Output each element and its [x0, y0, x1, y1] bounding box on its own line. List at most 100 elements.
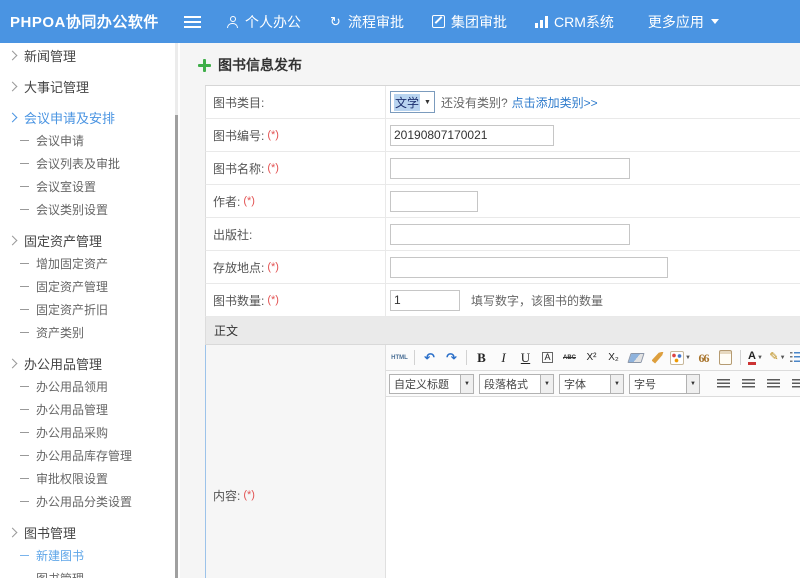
nav-item-group-approval[interactable]: 集团审批: [432, 12, 507, 32]
sidebar-item-news-management[interactable]: 新闻管理: [0, 43, 180, 67]
nav-item-more-apps[interactable]: 更多应用: [642, 12, 719, 32]
sidebar-item-label: 办公用品分类设置: [36, 493, 132, 510]
align-right-icon: [767, 379, 780, 389]
bold-button[interactable]: B: [471, 348, 492, 367]
sidebar-item-meeting-category-settings[interactable]: 会议类别设置: [0, 198, 180, 221]
align-right-button[interactable]: [763, 374, 784, 393]
blockquote-button[interactable]: 66: [693, 348, 714, 367]
sidebar-item-new-book[interactable]: 新建图书: [0, 544, 180, 567]
field-label-cell: 存放地点: (*): [206, 251, 386, 283]
paste-icon: [719, 350, 732, 365]
underline-button[interactable]: U: [515, 348, 536, 367]
nav-item-personal-office[interactable]: 个人办公: [227, 12, 301, 32]
sidebar-scrollbar-thumb[interactable]: [175, 115, 178, 578]
auto-typeset-icon: [670, 351, 684, 365]
superscript-button[interactable]: X²: [581, 348, 602, 367]
field-label-cell: 内容: (*): [206, 345, 386, 578]
sidebar-item-fixed-assets-depreciation[interactable]: 固定资产折旧: [0, 298, 180, 321]
dash-icon: [20, 478, 29, 479]
highlight-color-icon: ✎: [769, 352, 778, 363]
eraser-button[interactable]: [625, 348, 646, 367]
auto-typeset-button[interactable]: ▼: [669, 348, 692, 367]
select-label: 字号: [630, 375, 686, 393]
strikethrough-button[interactable]: ABC: [559, 348, 580, 367]
sidebar-item-approval-permission-settings[interactable]: 审批权限设置: [0, 467, 180, 490]
sidebar-item-supplies-requisition[interactable]: 办公用品领用: [0, 375, 180, 398]
sidebar-item-label: 办公用品管理: [24, 354, 102, 373]
form-row-publisher: 出版社:: [205, 218, 800, 251]
undo-button[interactable]: ↶: [419, 348, 440, 367]
add-category-link[interactable]: 点击添加类别>>: [512, 94, 598, 111]
char-border-button[interactable]: A: [537, 348, 558, 367]
align-left-button[interactable]: [713, 374, 734, 393]
category-select[interactable]: 文学: [390, 91, 435, 113]
sidebar-item-label: 新建图书: [36, 547, 84, 564]
caret-down-icon[interactable]: ▼: [460, 375, 473, 393]
rich-text-editor: HTML↶↷BIUAABCX²X₂▼66A▼✎▼▼▼ 自定义标题▼段落格式▼字体…: [386, 345, 800, 578]
dash-icon: [20, 286, 29, 287]
quantity-hint: 填写数字，该图书的数量: [471, 292, 603, 309]
caret-down-icon[interactable]: ▼: [610, 375, 623, 393]
sidebar-item-office-supplies-management[interactable]: 办公用品管理: [0, 351, 180, 375]
caret-down-icon[interactable]: ▼: [686, 375, 699, 393]
subscript-button[interactable]: X₂: [603, 348, 624, 367]
nav-item-label: 集团审批: [451, 12, 507, 32]
sidebar-item-supplies-manage[interactable]: 办公用品管理: [0, 398, 180, 421]
align-justify-button[interactable]: [788, 374, 800, 393]
nav-item-crm-system[interactable]: CRM系统: [535, 12, 614, 32]
dash-icon: [20, 309, 29, 310]
paste-button[interactable]: [715, 348, 736, 367]
ordered-list-button[interactable]: ▼: [789, 348, 800, 367]
sidebar-item-meeting-room-settings[interactable]: 会议室设置: [0, 175, 180, 198]
sidebar-item-supplies-inventory[interactable]: 办公用品库存管理: [0, 444, 180, 467]
sidebar-item-meeting-apply[interactable]: 会议申请: [0, 129, 180, 152]
custom-title-select[interactable]: 自定义标题▼: [389, 374, 474, 394]
nav-item-workflow-approval[interactable]: 流程审批: [329, 12, 404, 32]
publisher-input[interactable]: [390, 224, 630, 245]
italic-icon: I: [501, 351, 505, 364]
menu-toggle-icon[interactable]: [184, 16, 201, 28]
editor-content[interactable]: [386, 397, 800, 578]
redo-button[interactable]: ↷: [441, 348, 462, 367]
font-family-select[interactable]: 字体▼: [559, 374, 624, 394]
sidebar-item-meeting-list-approval[interactable]: 会议列表及审批: [0, 152, 180, 175]
sidebar-item-label: 增加固定资产: [36, 255, 108, 272]
sidebar-item-fixed-assets-manage[interactable]: 固定资产管理: [0, 275, 180, 298]
italic-button[interactable]: I: [493, 348, 514, 367]
paragraph-format-select[interactable]: 段落格式▼: [479, 374, 554, 394]
author-input[interactable]: [390, 191, 478, 212]
location-input[interactable]: [390, 257, 668, 278]
sidebar-menu: 新闻管理大事记管理会议申请及安排会议申请会议列表及审批会议室设置会议类别设置固定…: [0, 43, 180, 578]
sidebar-item-meeting-apply-arrange[interactable]: 会议申请及安排: [0, 105, 180, 129]
form-row-location: 存放地点: (*): [205, 251, 800, 284]
sidebar-item-supplies-purchase[interactable]: 办公用品采购: [0, 421, 180, 444]
field-label: 图书名称:: [213, 160, 264, 177]
form-row-book-no: 图书编号: (*): [205, 119, 800, 152]
subscript-icon: X₂: [608, 353, 619, 363]
sidebar-item-memorabilia-management[interactable]: 大事记管理: [0, 74, 180, 98]
field-label-cell: 图书数量: (*): [206, 284, 386, 316]
sidebar-item-book-management[interactable]: 图书管理: [0, 520, 180, 544]
category-hint: 还没有类别?: [441, 94, 508, 111]
font-color-button[interactable]: A▼: [745, 348, 766, 367]
field-value-cell: [386, 125, 800, 146]
format-brush-button[interactable]: [647, 348, 668, 367]
sidebar-item-supplies-category-settings[interactable]: 办公用品分类设置: [0, 490, 180, 513]
sidebar-item-asset-category[interactable]: 资产类别: [0, 321, 180, 344]
user-icon: [227, 16, 239, 28]
source-code-button[interactable]: HTML: [389, 348, 410, 367]
sidebar-item-fixed-assets-management[interactable]: 固定资产管理: [0, 228, 180, 252]
sidebar-item-book-manage[interactable]: 图书管理: [0, 567, 180, 578]
align-center-button[interactable]: [738, 374, 759, 393]
dash-icon: [20, 386, 29, 387]
font-size-select[interactable]: 字号▼: [629, 374, 700, 394]
caret-down-icon: ▼: [757, 355, 763, 361]
caret-down-icon[interactable]: ▼: [540, 375, 553, 393]
highlight-color-button[interactable]: ✎▼: [767, 348, 788, 367]
align-left-icon: [717, 379, 730, 389]
chevron-right-icon: [8, 112, 18, 122]
sidebar-item-add-fixed-asset[interactable]: 增加固定资产: [0, 252, 180, 275]
book-name-input[interactable]: [390, 158, 630, 179]
quantity-input[interactable]: [390, 290, 460, 311]
book-no-input[interactable]: [390, 125, 554, 146]
